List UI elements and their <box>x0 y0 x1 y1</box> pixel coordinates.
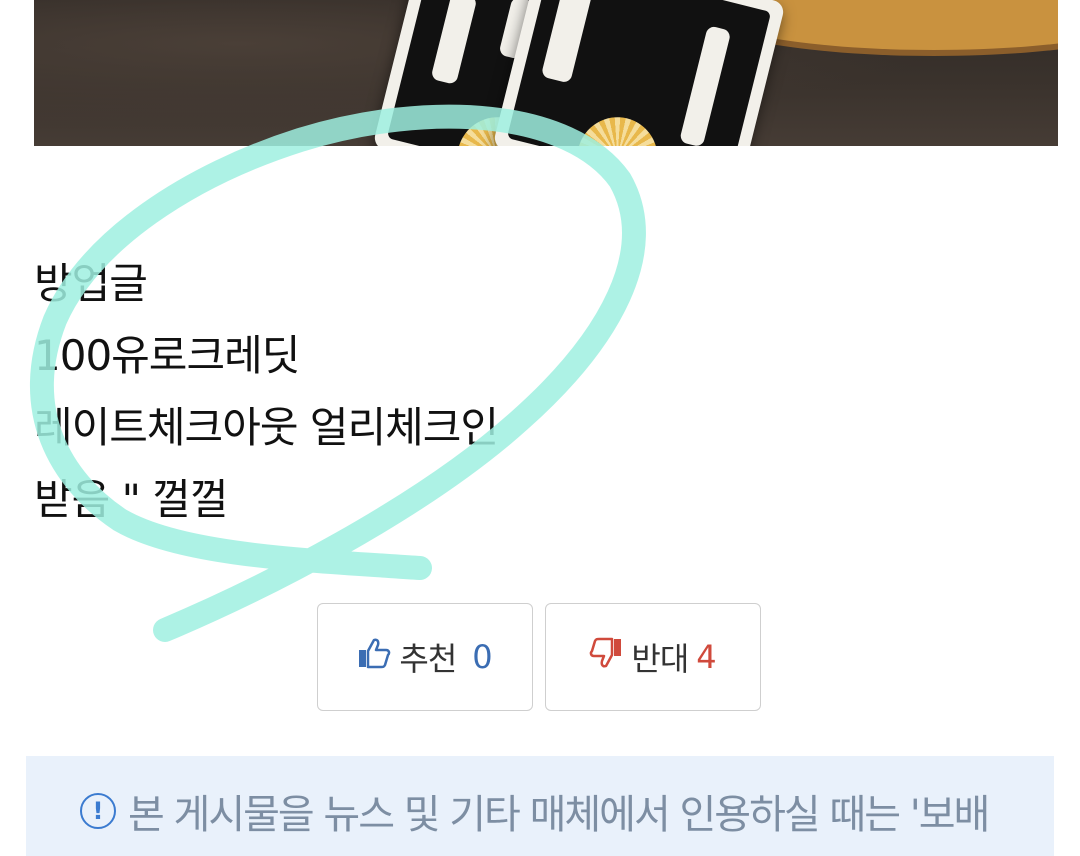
thumbs-down-icon <box>589 637 623 677</box>
downvote-count: 4 <box>696 638 717 676</box>
post-body: 방업글 100유로크레딧 레이트체크아웃 얼리체크인 받음 " 껄껄 <box>34 248 499 536</box>
upvote-label: 추천 <box>399 640 457 678</box>
post-line: 레이트체크아웃 얼리체크인 <box>34 403 499 452</box>
downvote-label: 반대 <box>631 640 689 678</box>
upvote-count: 0 <box>472 638 493 676</box>
post-line: 방업글 <box>34 259 148 308</box>
upvote-button[interactable]: 추천 0 <box>317 603 533 711</box>
thumbs-up-icon <box>357 637 391 677</box>
post-photo[interactable] <box>34 0 1058 146</box>
photo-card-right <box>492 0 786 146</box>
notice-text: 본 게시물을 뉴스 및 기타 매체에서 인용하실 때는 '보배 <box>128 792 990 838</box>
downvote-button[interactable]: 반대 4 <box>545 603 761 711</box>
post-line: 받음 " 껄껄 <box>34 475 229 524</box>
citation-notice: ! 본 게시물을 뉴스 및 기타 매체에서 인용하실 때는 '보배 <box>26 756 1054 856</box>
post-line: 100유로크레딧 <box>34 331 300 380</box>
info-icon: ! <box>80 793 116 829</box>
